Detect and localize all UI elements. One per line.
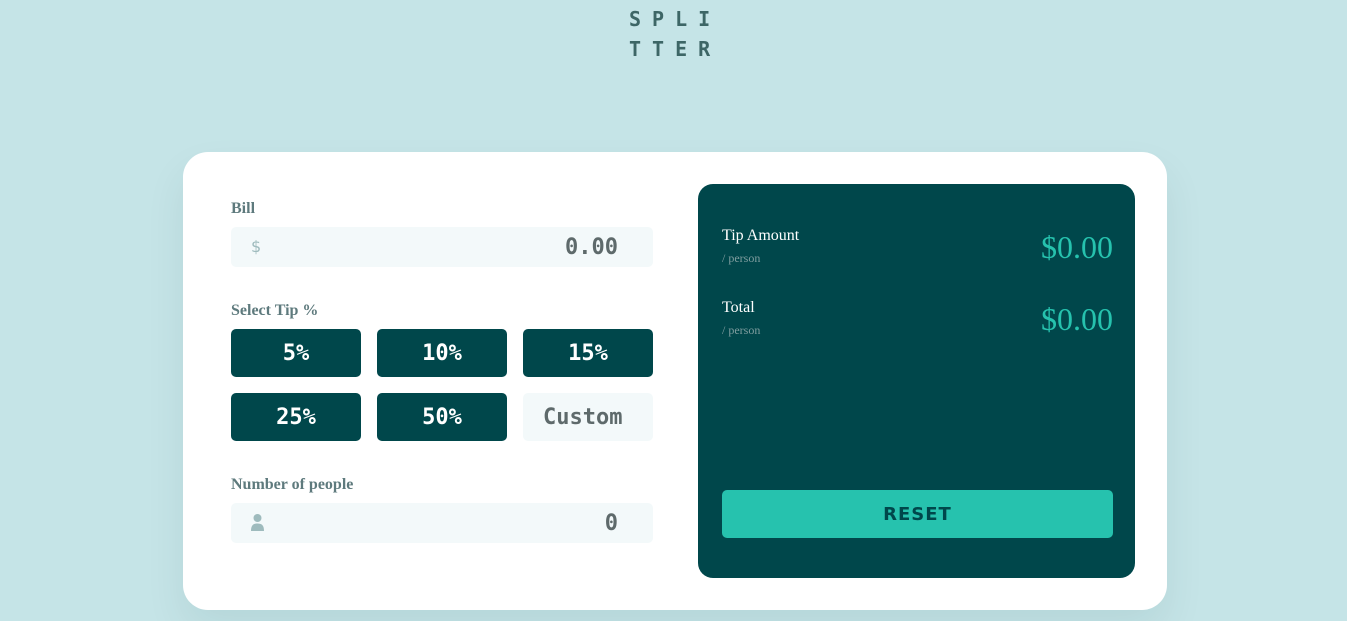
total-title: Total — [722, 299, 755, 316]
tip-amount-per-person: / person — [722, 251, 761, 265]
tip-15-button[interactable]: 15% — [523, 329, 653, 377]
tip-amount-title: Tip Amount — [722, 227, 800, 244]
result-panel: Tip Amount / person $0.00 Total / person… — [698, 184, 1135, 578]
total-value: $0.00 — [1041, 301, 1113, 337]
app-logo: SPLI TTER — [629, 4, 729, 64]
dollar-icon: $ — [251, 237, 262, 256]
tip-10-button[interactable]: 10% — [377, 329, 507, 377]
logo-line-2: TTER — [629, 37, 722, 61]
tip-25-button[interactable]: 25% — [231, 393, 361, 441]
number-of-people-label: Number of people — [231, 476, 354, 493]
bill-input[interactable] — [271, 227, 618, 267]
people-input[interactable] — [271, 503, 618, 543]
calculator-card: Bill $ Select Tip % 5% 10% 15% 25% 50% N… — [183, 152, 1167, 610]
bill-label: Bill — [231, 200, 256, 217]
custom-tip-input[interactable] — [523, 393, 653, 441]
select-tip-label: Select Tip % — [231, 302, 319, 319]
person-icon — [251, 514, 264, 531]
tip-5-button[interactable]: 5% — [231, 329, 361, 377]
tip-50-button[interactable]: 50% — [377, 393, 507, 441]
logo-line-1: SPLI — [629, 7, 722, 31]
total-per-person: / person — [722, 323, 761, 337]
reset-button[interactable]: RESET — [722, 490, 1113, 538]
tip-amount-value: $0.00 — [1041, 229, 1113, 265]
people-field — [231, 503, 653, 543]
bill-field: $ — [231, 227, 653, 267]
